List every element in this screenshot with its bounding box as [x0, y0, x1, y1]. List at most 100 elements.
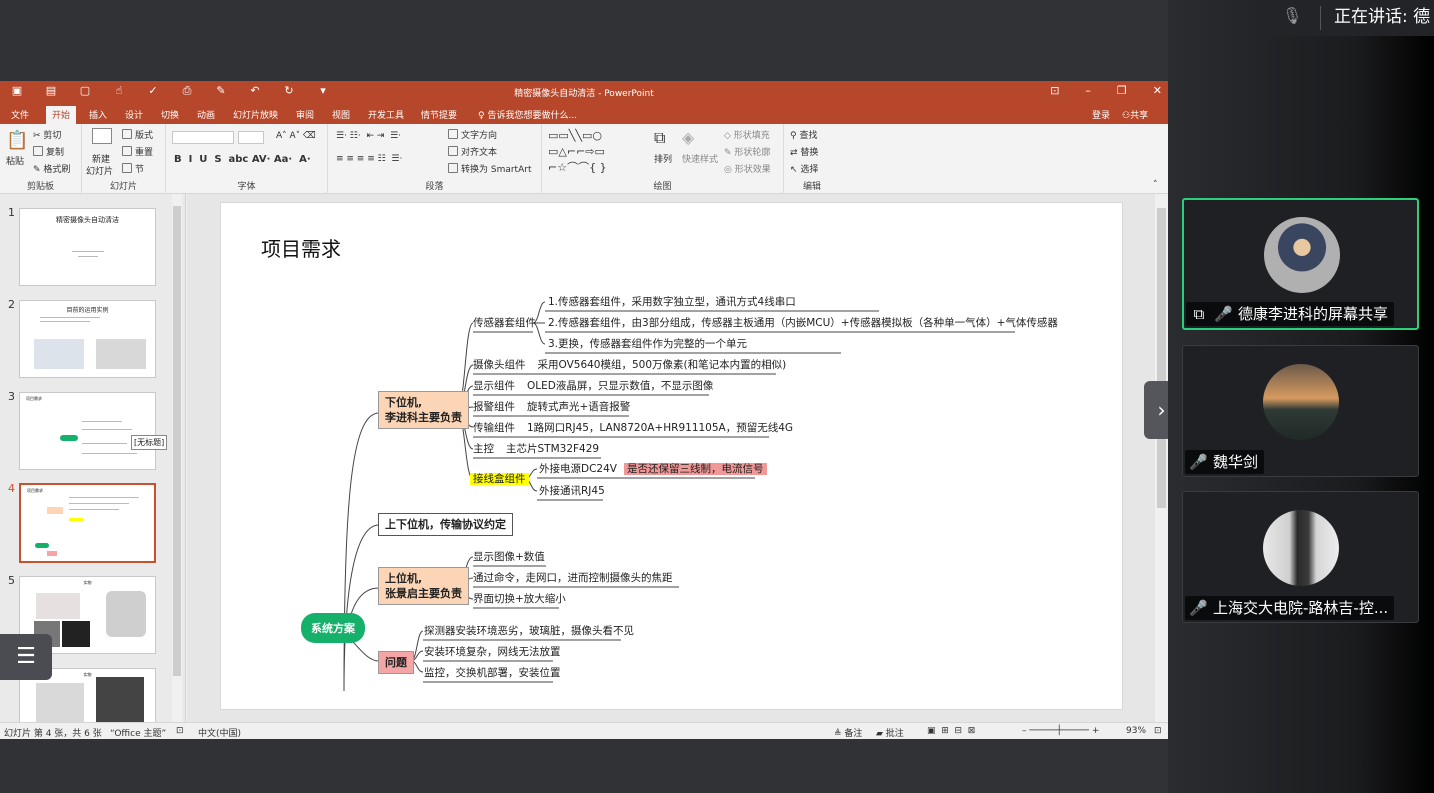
view-buttons[interactable]: ▣ ⊞ ⊟ ⊠ [927, 726, 975, 736]
tab-transitions[interactable]: 切换 [161, 108, 179, 121]
font-size-box[interactable] [238, 131, 264, 144]
slide-thumbnail-3[interactable]: 项目需求 [19, 392, 156, 470]
minimize-icon[interactable]: – [1085, 84, 1091, 97]
scrollbar-thumb[interactable] [173, 206, 181, 676]
person-icon: ⚇ [1122, 111, 1131, 121]
slide-title[interactable]: 项目需求 [261, 233, 341, 262]
node-upper-item[interactable]: 通过命令，走网口，进而控制摄像头的焦距 [473, 572, 673, 585]
node-sensor-item[interactable]: 1.传感器套组件，采用数字独立型，通讯方式4线串口 [548, 296, 796, 309]
node-protocol[interactable]: 上下位机，传输协议约定 [378, 513, 513, 536]
ribbon-display-icon[interactable]: ⊡ [1050, 84, 1059, 97]
text-direction-button[interactable]: 文字方向 [448, 128, 497, 141]
close-icon[interactable]: ✕ [1153, 84, 1162, 97]
node-problem-item[interactable]: 安装环境复杂，网线无法放置 [424, 646, 561, 659]
copy-button[interactable]: 复制 [33, 145, 64, 158]
new-slide-label[interactable]: 幻灯片 [86, 164, 113, 177]
participant-tile-1[interactable]: ⧉ 🎤 德康李进科的屏幕共享 [1182, 198, 1419, 330]
node-transfer[interactable]: 传输组件 1路网口RJ45，LAN8720A+HR911105A，预留无线4G [473, 422, 793, 435]
node-display[interactable]: 显示组件 OLED液晶屏，只显示数值，不显示图像 [473, 380, 713, 393]
node-sensor-item[interactable]: 2.传感器套组件，由3部分组成，传感器主板通用（内嵌MCU）+传感器模拟板（各种… [548, 317, 1058, 330]
language[interactable]: 中文(中国) [198, 726, 241, 739]
node-sensor-item[interactable]: 3.更换，传感器套组件作为完整的一个单元 [548, 338, 747, 351]
tell-me-search[interactable]: ♀ 告诉我您想要做什么... [478, 108, 577, 121]
font-name-box[interactable] [172, 131, 234, 144]
node-sensor[interactable]: 传感器套组件 [473, 317, 536, 330]
tab-review[interactable]: 审阅 [296, 108, 314, 121]
select-button[interactable]: ↖ 选择 [790, 162, 818, 175]
slide-thumbnail-1[interactable]: 精密摄像头自动清洁 [19, 208, 156, 286]
node-junction-item[interactable]: 外接电源DC24V [539, 463, 617, 476]
node-problem-item[interactable]: 监控，交换机部署，安装位置 [424, 667, 561, 680]
tab-file[interactable]: 文件 [11, 108, 29, 121]
fit-slide-icon[interactable]: ⊡ [1154, 726, 1162, 736]
thumb-image [62, 621, 90, 647]
arrange-button[interactable]: 排列 [654, 152, 672, 165]
cut-button[interactable]: ✂ 剪切 [33, 128, 61, 141]
thumb-title: 项目需求 [27, 488, 43, 493]
font-grow-shrink-icon[interactable]: A˄ A˅ ⌫ [276, 131, 316, 141]
slide-thumbnail-2[interactable]: 目前的运用实例 [19, 300, 156, 378]
node-lower-machine[interactable]: 下位机, 李进科主要负责 [378, 391, 469, 429]
arrange-icon[interactable]: ⧉ [654, 128, 665, 148]
tab-insert[interactable]: 插入 [89, 108, 107, 121]
node-camera[interactable]: 摄像头组件 采用OV5640模组，500万像素(和笔记本内置的相似) [473, 359, 786, 372]
title-bar: ▣ ▤ ▢ ☝ ✓ ⎙ ✎ ↶ ↻ ▾ 精密摄像头自动清洁 - PowerPoi… [0, 81, 1168, 104]
align-icons[interactable]: ≡ ≡ ≡ ≡ ☷ ☰· [336, 154, 402, 164]
paste-icon[interactable]: 📋 [6, 130, 28, 151]
scrollbar-thumb[interactable] [1157, 208, 1166, 508]
zoom-level[interactable]: 93% [1126, 726, 1146, 736]
paste-button[interactable]: 粘贴 [6, 154, 24, 167]
participant-tile-3[interactable]: 🎤 上海交大电院-路林吉-控... [1182, 491, 1419, 623]
section-button[interactable]: 节 [122, 162, 144, 175]
replace-button[interactable]: ⇄ 替换 [790, 145, 818, 158]
share-button[interactable]: ⚇共享 [1122, 108, 1148, 121]
thumbnail-scrollbar[interactable] [172, 194, 182, 722]
node-junction[interactable]: 接线盒组件 [470, 473, 529, 486]
tab-view[interactable]: 视图 [332, 108, 350, 121]
node-upper-item[interactable]: 界面切换+放大缩小 [473, 593, 566, 606]
collapse-ribbon-icon[interactable]: ˄ [1153, 180, 1158, 190]
node-alarm[interactable]: 报警组件 旋转式声光+语音报警 [473, 401, 630, 414]
format-painter-button[interactable]: ✎ 格式刷 [33, 162, 70, 175]
comments-button[interactable]: ▰ 批注 [876, 726, 904, 739]
shape-outline-button[interactable]: ✎ 形状轮廓 [724, 145, 770, 158]
shapes-gallery[interactable]: ▭▭╲╲▭○ ▭△⌐⌐⇨▭ ⌐☆⌒⌒{ } [548, 128, 642, 176]
quick-styles-icon[interactable]: ◈ [682, 128, 694, 147]
tab-animations[interactable]: 动画 [197, 108, 215, 121]
node-mcu[interactable]: 主控 主芯片STM32F429 [473, 443, 599, 456]
notes-button[interactable]: ≜ 备注 [834, 726, 862, 739]
group-label-editing: 编辑 [802, 182, 821, 192]
participant-tile-2[interactable]: 🎤 魏华剑 [1182, 345, 1419, 477]
node-problem[interactable]: 问题 [378, 651, 414, 674]
tab-design[interactable]: 设计 [125, 108, 143, 121]
node-upper-machine[interactable]: 上位机, 张景启主要负责 [378, 567, 469, 605]
login-link[interactable]: 登录 [1092, 108, 1110, 121]
node-problem-item[interactable]: 探测器安装环境恶劣，玻璃脏，摄像头看不见 [424, 625, 634, 638]
node-root[interactable]: 系统方案 [301, 613, 365, 643]
list-icons[interactable]: ☰· ☷· ⇤ ⇥ ☰· [336, 131, 401, 141]
node-junction-item[interactable]: 外接通讯RJ45 [539, 485, 605, 498]
spellcheck-icon[interactable]: ⊡ [176, 726, 184, 736]
smartart-button[interactable]: 转换为 SmartArt [448, 162, 531, 175]
thumb-root-node [35, 543, 49, 548]
quick-styles-button[interactable]: 快速样式 [682, 152, 718, 165]
reset-button[interactable]: 重置 [122, 145, 153, 158]
tab-storyboard[interactable]: 情节提要 [421, 108, 457, 121]
find-button[interactable]: ⚲ 查找 [790, 128, 817, 141]
shape-effects-button[interactable]: ◎ 形状效果 [724, 162, 771, 175]
list-menu-button[interactable]: ☰ [0, 634, 52, 680]
node-upper-item[interactable]: 显示图像+数值 [473, 551, 545, 564]
zoom-slider[interactable]: – ─────┼───── + [1022, 726, 1099, 736]
slide-thumbnail-4[interactable]: 项目需求 [19, 483, 156, 563]
restore-icon[interactable]: ❐ [1117, 84, 1127, 97]
align-text-button[interactable]: 对齐文本 [448, 145, 497, 158]
tab-developer[interactable]: 开发工具 [368, 108, 404, 121]
tab-home[interactable]: 开始 [46, 106, 77, 124]
shape-fill-button[interactable]: ◇ 形状填充 [724, 128, 770, 141]
tab-slideshow[interactable]: 幻灯片放映 [233, 108, 278, 121]
font-format-icons[interactable]: B I U S abc AV· Aa· A· [174, 154, 311, 165]
new-slide-icon[interactable] [92, 128, 112, 144]
layout-button[interactable]: 版式 [122, 128, 153, 141]
node-junction-note[interactable]: 是否还保留三线制，电流信号 [624, 463, 767, 476]
editor-scrollbar[interactable] [1155, 194, 1168, 722]
